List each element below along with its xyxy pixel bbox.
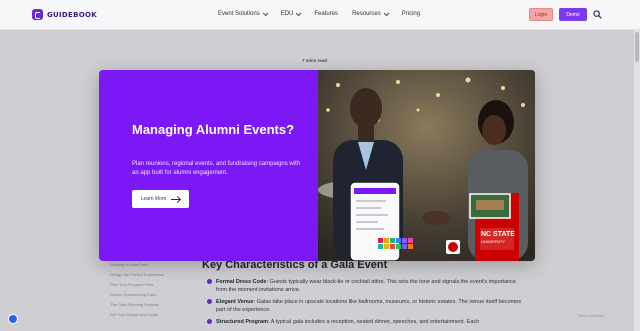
modal-title: Managing Alumni Events? — [132, 122, 295, 137]
logo-text: GUIDEBOOK — [47, 10, 97, 19]
nav-label: Pricing — [401, 11, 421, 17]
scrollbar-thumb[interactable] — [635, 32, 639, 62]
search-icon[interactable] — [593, 10, 602, 19]
nav-label: EDU — [280, 11, 294, 17]
nav-edu[interactable]: EDU — [280, 10, 302, 17]
learn-more-button[interactable]: Learn More — [132, 190, 189, 208]
modal-photo: NC STATE UNIVERSITY — [318, 70, 535, 261]
promo-modal: Managing Alumni Events? Plan reunions, r… — [99, 70, 535, 261]
chevron-down-icon — [262, 10, 269, 17]
scrollbar-track[interactable] — [634, 30, 640, 331]
demo-button[interactable]: Demo — [559, 8, 587, 21]
modal-description: Plan reunions, regional events, and fund… — [132, 161, 301, 176]
arrow-right-icon — [171, 198, 181, 200]
site-header: GUIDEBOOK Event Solutions EDU Features R… — [0, 0, 640, 30]
nav-label: Features — [314, 11, 339, 17]
accessibility-icon[interactable] — [8, 314, 18, 324]
main-nav: Event Solutions EDU Features Resources P… — [218, 10, 434, 17]
logo[interactable]: GUIDEBOOK — [32, 9, 97, 20]
modal-content-panel: Managing Alumni Events? Plan reunions, r… — [99, 70, 318, 261]
nav-label: Resources — [352, 11, 381, 17]
svg-text:NC STATE: NC STATE — [481, 231, 515, 238]
nav-label: Event Solutions — [218, 11, 260, 17]
svg-text:UNIVERSITY: UNIVERSITY — [481, 239, 505, 244]
nav-pricing[interactable]: Pricing — [402, 11, 420, 17]
nav-event-solutions[interactable]: Event Solutions — [218, 10, 269, 17]
chevron-down-icon — [296, 10, 302, 17]
nav-features[interactable]: Features — [314, 11, 338, 17]
learn-more-label: Learn More — [140, 196, 167, 202]
guidebook-logo-icon — [32, 9, 43, 20]
alumni-event-photo: NC STATE UNIVERSITY — [318, 70, 535, 261]
nav-resources[interactable]: Resources — [352, 10, 390, 17]
footer-badge: Bitsol Websites — [578, 313, 606, 318]
chevron-down-icon — [383, 10, 390, 17]
login-button[interactable]: Login — [529, 8, 553, 21]
